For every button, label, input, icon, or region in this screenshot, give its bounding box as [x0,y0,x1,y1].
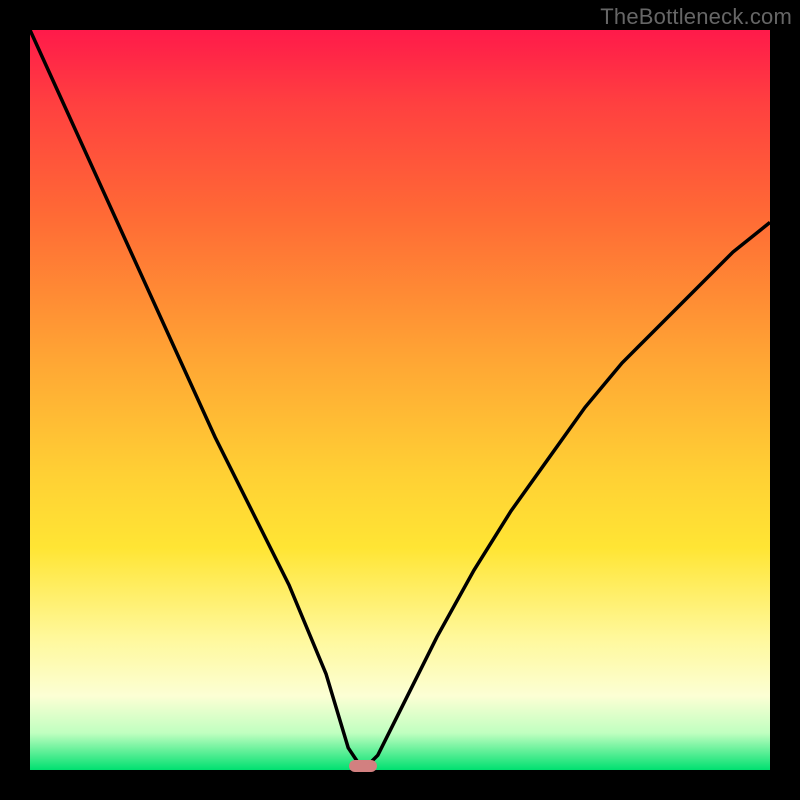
watermark-text: TheBottleneck.com [600,4,792,30]
plot-area [30,30,770,770]
bottleneck-curve [30,30,770,770]
optimal-marker [349,760,377,772]
chart-frame: TheBottleneck.com [0,0,800,800]
